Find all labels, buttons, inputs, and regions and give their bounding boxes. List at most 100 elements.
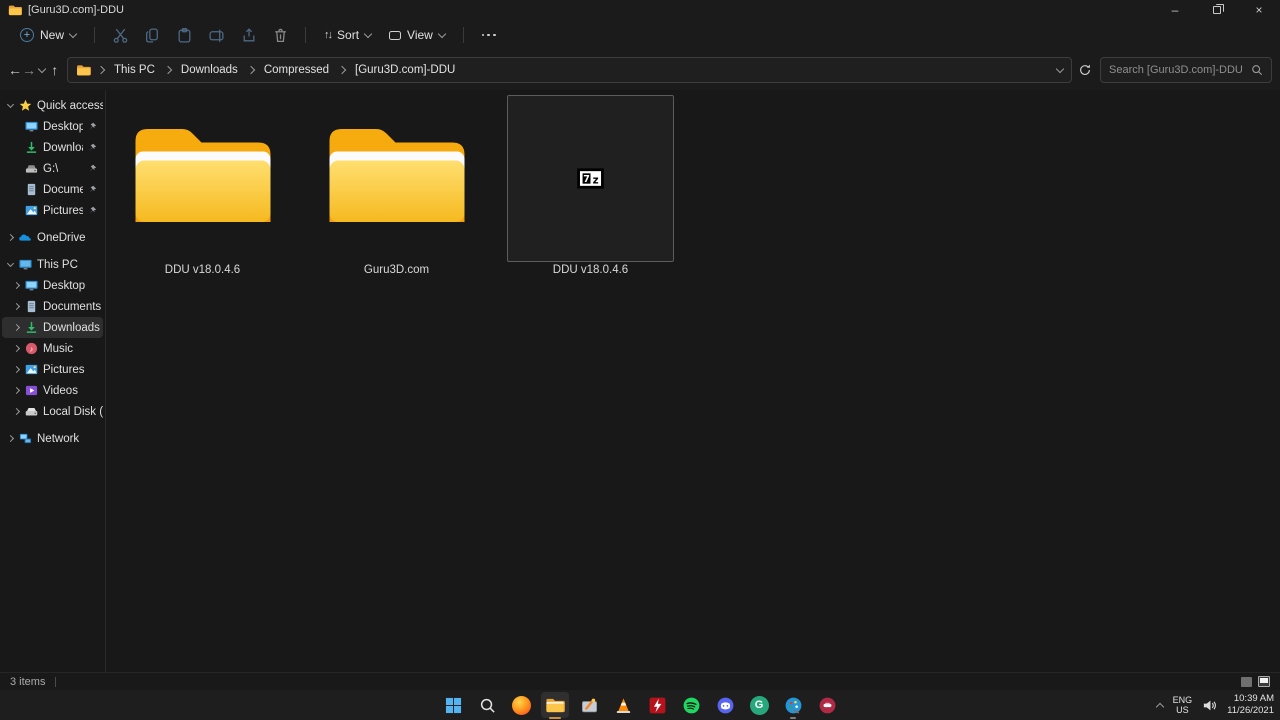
pictures-icon [24, 363, 38, 377]
hard-disk-icon [24, 405, 38, 419]
chevron-collapsed-icon [12, 344, 21, 353]
sidebar-item-documents[interactable]: Documents [2, 296, 103, 317]
restore-icon [1213, 4, 1224, 14]
vlc-button[interactable] [609, 692, 637, 718]
svg-text:♪: ♪ [29, 344, 33, 353]
start-button[interactable] [439, 692, 467, 718]
media-app-button[interactable] [813, 692, 841, 718]
file-item-folder-ddu[interactable]: DDU v18.0.4.6 [119, 95, 286, 276]
search-box[interactable] [1100, 57, 1272, 83]
desktop-icon [24, 279, 38, 293]
sidebar-item-g-drive[interactable]: G:\ [2, 158, 103, 179]
speaker-icon[interactable] [1202, 698, 1217, 713]
sidebar-item-network[interactable]: Network [2, 428, 103, 449]
sidebar-item-music[interactable]: ♪ Music [2, 338, 103, 359]
breadcrumb-current-folder[interactable]: [Guru3D.com]-DDU [352, 62, 458, 78]
sidebar-item-pictures-qa[interactable]: Pictures [2, 200, 103, 221]
taskbar-search-button[interactable] [473, 692, 501, 718]
svg-text:7: 7 [583, 174, 590, 185]
media-app-icon [819, 697, 835, 713]
desktop-icon [24, 120, 38, 134]
sort-button[interactable]: ↑↓ Sort [316, 24, 379, 46]
window-title-group: [Guru3D.com]-DDU [0, 4, 124, 16]
share-icon [243, 27, 254, 41]
minimize-button[interactable]: – [1154, 0, 1196, 20]
pin-icon [88, 143, 103, 152]
sidebar-item-videos[interactable]: Videos [2, 380, 103, 401]
music-icon: ♪ [24, 342, 38, 356]
spotify-button[interactable] [677, 692, 705, 718]
breadcrumb-this-pc[interactable]: This PC [111, 62, 158, 78]
lightning-icon [649, 697, 665, 713]
folder-icon-large [119, 95, 286, 262]
sidebar-item-downloads-qa[interactable]: Downloads [2, 137, 103, 158]
sidebar-item-this-pc[interactable]: This PC [2, 254, 103, 275]
sidebar-item-desktop-qa[interactable]: Desktop [2, 116, 103, 137]
sidebar-item-onedrive[interactable]: OneDrive [2, 227, 103, 248]
breadcrumb-downloads[interactable]: Downloads [178, 62, 241, 78]
cut-button[interactable] [105, 23, 135, 47]
chevron-expanded-icon [6, 259, 15, 267]
window-controls: – × [1154, 0, 1280, 20]
search-icon [480, 698, 495, 713]
computer-icon [18, 258, 32, 272]
rename-button[interactable] [201, 23, 231, 47]
paste-icon [178, 27, 190, 43]
grammarly-button[interactable]: G [745, 692, 773, 718]
chevron-collapsed-icon [12, 302, 21, 311]
file-explorer-button[interactable] [541, 692, 569, 719]
discord-button[interactable] [711, 692, 739, 718]
copy-button[interactable] [137, 23, 167, 47]
sidebar-item-pictures[interactable]: Pictures [2, 359, 103, 380]
palette-icon [785, 697, 801, 713]
recent-locations-button[interactable] [36, 58, 49, 82]
pin-icon [88, 206, 103, 215]
more-options-button[interactable] [474, 30, 504, 41]
breadcrumb-compressed[interactable]: Compressed [261, 62, 332, 78]
status-bar: 3 items [0, 672, 1280, 690]
delete-button[interactable] [265, 23, 295, 47]
details-view-button[interactable] [1241, 676, 1252, 687]
navigation-pane: Quick access Desktop Downloads [0, 90, 106, 672]
share-button[interactable] [233, 23, 263, 47]
toolbar-separator [305, 27, 307, 43]
paste-button[interactable] [169, 23, 199, 47]
search-input[interactable] [1109, 64, 1251, 76]
status-separator [55, 676, 57, 687]
msi-afterburner-button[interactable] [643, 692, 671, 718]
file-item-folder-guru3d[interactable]: Guru3D.com [313, 95, 480, 276]
back-button[interactable]: ← [8, 58, 22, 82]
up-button[interactable]: ↑ [49, 58, 62, 82]
language-indicator[interactable]: ENG US [1173, 695, 1193, 716]
window-title: [Guru3D.com]-DDU [28, 4, 124, 16]
selected-item-box: 7 z [507, 95, 674, 262]
ccleaner-button[interactable] [575, 692, 603, 718]
view-button[interactable]: View [381, 24, 453, 46]
forward-button[interactable]: → [22, 58, 36, 82]
windows-start-icon [445, 697, 461, 713]
pin-icon [88, 164, 103, 173]
new-button[interactable]: + New [12, 24, 84, 46]
sort-arrows-icon: ↑↓ [324, 29, 333, 41]
star-icon [18, 99, 32, 113]
address-bar[interactable]: This PC Downloads Compressed [Guru3D.com… [67, 57, 1072, 83]
sidebar-item-local-disk-c[interactable]: Local Disk (C:) [2, 401, 103, 422]
sidebar-item-documents-qa[interactable]: Documents [2, 179, 103, 200]
copy-icon [145, 27, 158, 43]
pin-icon [88, 122, 103, 131]
firefox-button[interactable] [507, 692, 535, 718]
tray-overflow-chevron[interactable] [1155, 702, 1164, 711]
sidebar-item-quick-access[interactable]: Quick access [2, 95, 103, 116]
refresh-button[interactable] [1078, 58, 1092, 82]
close-button[interactable]: × [1238, 0, 1280, 20]
sidebar-item-downloads[interactable]: Downloads [2, 317, 103, 338]
file-item-7z-archive[interactable]: 7 z DDU v18.0.4.6 [507, 95, 674, 276]
sidebar-item-desktop[interactable]: Desktop [2, 275, 103, 296]
restore-button[interactable] [1196, 0, 1238, 20]
chevron-collapsed-icon [12, 386, 21, 395]
address-dropdown-icon[interactable] [1055, 64, 1065, 73]
clock[interactable]: 10:39 AM 11/26/2021 [1227, 693, 1274, 717]
paint-palette-button[interactable] [779, 692, 807, 719]
chevron-expanded-icon [6, 100, 15, 108]
large-icons-view-button[interactable] [1258, 676, 1270, 687]
